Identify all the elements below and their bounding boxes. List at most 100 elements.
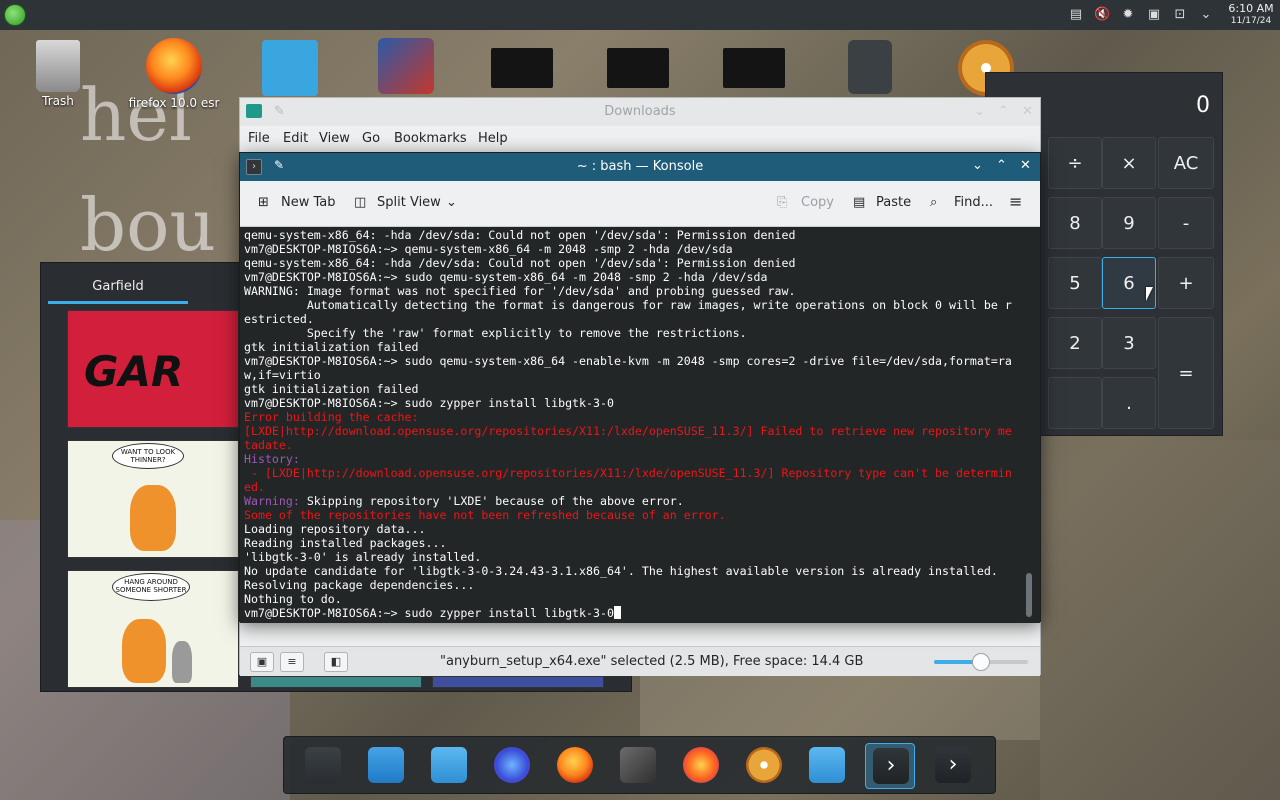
calc-decimal-button[interactable]: . [1102,377,1156,429]
chevron-down-icon[interactable]: ⌄ [446,195,457,210]
desktop-icon-home-folder[interactable] [240,40,340,98]
dock-item[interactable]: › [928,743,978,789]
terminal-line: Some of the repositories have not been r… [244,508,1024,522]
vm-shortcut-icon [723,48,785,88]
calc-2-button[interactable]: 2 [1048,317,1102,369]
menu-edit[interactable]: Edit [283,131,308,146]
dock-item[interactable] [298,743,348,789]
terminal-line: - [LXDE|http://download.opensuse.org/rep… [244,466,1024,480]
terminal-line-text: Specify the 'raw' format explicitly to r… [244,326,747,340]
dock-item[interactable] [487,743,537,789]
dock-item[interactable]: › [865,743,915,789]
copy-icon: ⎘ [777,195,788,210]
desktop-icon-vm-3[interactable] [704,48,804,90]
terminal-output[interactable]: qemu-system-x86_64: -hda /dev/sda: Could… [240,227,1040,623]
calc-minus-button[interactable]: - [1158,197,1214,249]
dock-item[interactable] [613,743,663,789]
maximize-icon[interactable]: ⌃ [998,98,1009,126]
calc-5-button[interactable]: 5 [1048,257,1102,309]
chevron-down-icon[interactable]: ⌄ [1198,7,1214,23]
calc-6-button[interactable]: 6 [1102,257,1156,309]
split-view-button[interactable]: Split View [377,195,441,210]
dock-item[interactable] [550,743,600,789]
maximize-icon[interactable]: ⌃ [996,158,1007,173]
clipboard-icon[interactable]: ▤ [1068,7,1084,23]
minimize-icon[interactable]: ⌄ [972,158,983,173]
calc-9-button[interactable]: 9 [1102,197,1156,249]
calc-clear-button[interactable]: AC [1158,137,1214,189]
clock[interactable]: 6:10 AM 11/17/24 [1226,2,1276,27]
terminal-line-text: w,if=virtio [244,368,321,382]
terminal-line-text: gtk initialization failed [244,382,419,396]
dock-item[interactable] [424,743,474,789]
garfield-logo-icon: GAR [84,347,184,396]
detail-view-button[interactable]: ≡ [280,652,304,672]
paste-button[interactable]: Paste [876,195,911,210]
dock-item[interactable] [361,743,411,789]
pin-icon[interactable]: ✎ [274,98,285,126]
dock-item[interactable] [802,743,852,789]
file-manager-titlebar[interactable]: ✎ Downloads ⌄ ⌃ ✕ [240,98,1040,126]
network-icon[interactable]: ⊡ [1172,7,1188,23]
menu-view[interactable]: View [319,131,350,146]
desktop-icon-firefox[interactable]: firefox 10.0 esr [124,38,224,110]
vm-shortcut-icon [607,48,669,88]
icon-view-button[interactable]: ▣ [250,652,274,672]
paste-icon: ▤ [853,195,866,210]
volume-muted-icon[interactable]: 🔇 [1094,7,1110,23]
desktop-icon-dino-app[interactable] [356,38,456,96]
konsole-titlebar[interactable]: › ✎ ~ : bash — Konsole ⌄ ⌃ ✕ [240,153,1040,181]
calc-multiply-button[interactable]: × [1102,137,1156,189]
minimize-icon[interactable]: ⌄ [974,98,985,126]
terminal-line: WARNING: Image format was not specified … [244,284,1024,298]
folder-icon [431,747,467,783]
calc-3-button[interactable]: 3 [1102,317,1156,369]
terminal-line-text: vm7@DESKTOP-M8IOS6A:~> sudo qemu-system-… [244,354,1012,368]
terminal-line: vm7@DESKTOP-M8IOS6A:~> sudo zypper insta… [244,396,1024,410]
menu-file[interactable]: File [248,131,270,146]
terminal-line-text: [LXDE|http://download.opensuse.org/repos… [244,424,1012,438]
menu-go[interactable]: Go [362,131,380,146]
split-view-icon: ◫ [354,195,367,210]
terminal-line: [LXDE|http://download.opensuse.org/repos… [244,424,1024,438]
application-launcher-button[interactable] [4,4,26,26]
terminal-scrollbar[interactable] [1026,573,1032,617]
garfield-character-icon [130,485,176,551]
file-manager-icon [809,747,845,783]
calc-8-button[interactable]: 8 [1048,197,1102,249]
hamburger-menu-icon[interactable]: ≡ [1009,192,1022,211]
desktop-icon-vm-2[interactable] [588,48,688,90]
nermal-character-icon [172,641,192,683]
terminal-line-text: 'libgtk-3-0' is already installed. [244,550,482,564]
desktop-icon-terminal[interactable] [820,40,920,96]
firefox-icon [557,747,593,783]
copy-button[interactable]: Copy [801,195,834,210]
terminal-icon: › [935,747,971,783]
calc-equals-button[interactable]: = [1158,317,1214,429]
close-icon[interactable]: ✕ [1022,98,1033,126]
terminal-prompt-line[interactable]: vm7@DESKTOP-M8IOS6A:~> sudo zypper insta… [244,606,1024,620]
new-tab-button[interactable]: New Tab [281,195,336,210]
brightness-icon[interactable]: ✹ [1120,7,1136,23]
save-icon[interactable]: ▣ [1146,7,1162,23]
dock-item[interactable] [739,743,789,789]
toggle-panel-button[interactable]: ◧ [324,652,348,672]
terminal-line: History: [244,452,1024,466]
comic-panel-4 [250,676,422,688]
tab-garfield[interactable]: Garfield [48,276,188,304]
speech-bubble: HANG AROUND SOMEONE SHORTER [112,573,190,601]
zoom-slider-handle[interactable] [972,653,990,671]
calc-0-button[interactable] [1048,377,1102,429]
dock-item[interactable] [676,743,726,789]
warning-label: Warning: [244,494,300,508]
desktop-icon-vm-1[interactable] [472,48,572,90]
menu-bookmarks[interactable]: Bookmarks [394,131,467,146]
terminal-line: w,if=virtio [244,368,1024,382]
desktop-icon-trash[interactable]: Trash [8,40,108,108]
terminal-line-text: vm7@DESKTOP-M8IOS6A:~> sudo zypper insta… [244,396,614,410]
menu-help[interactable]: Help [478,131,508,146]
calc-divide-button[interactable]: ÷ [1048,137,1102,189]
close-icon[interactable]: ✕ [1020,158,1031,173]
find-button[interactable]: Find... [954,195,993,210]
calc-plus-button[interactable]: + [1158,257,1214,309]
